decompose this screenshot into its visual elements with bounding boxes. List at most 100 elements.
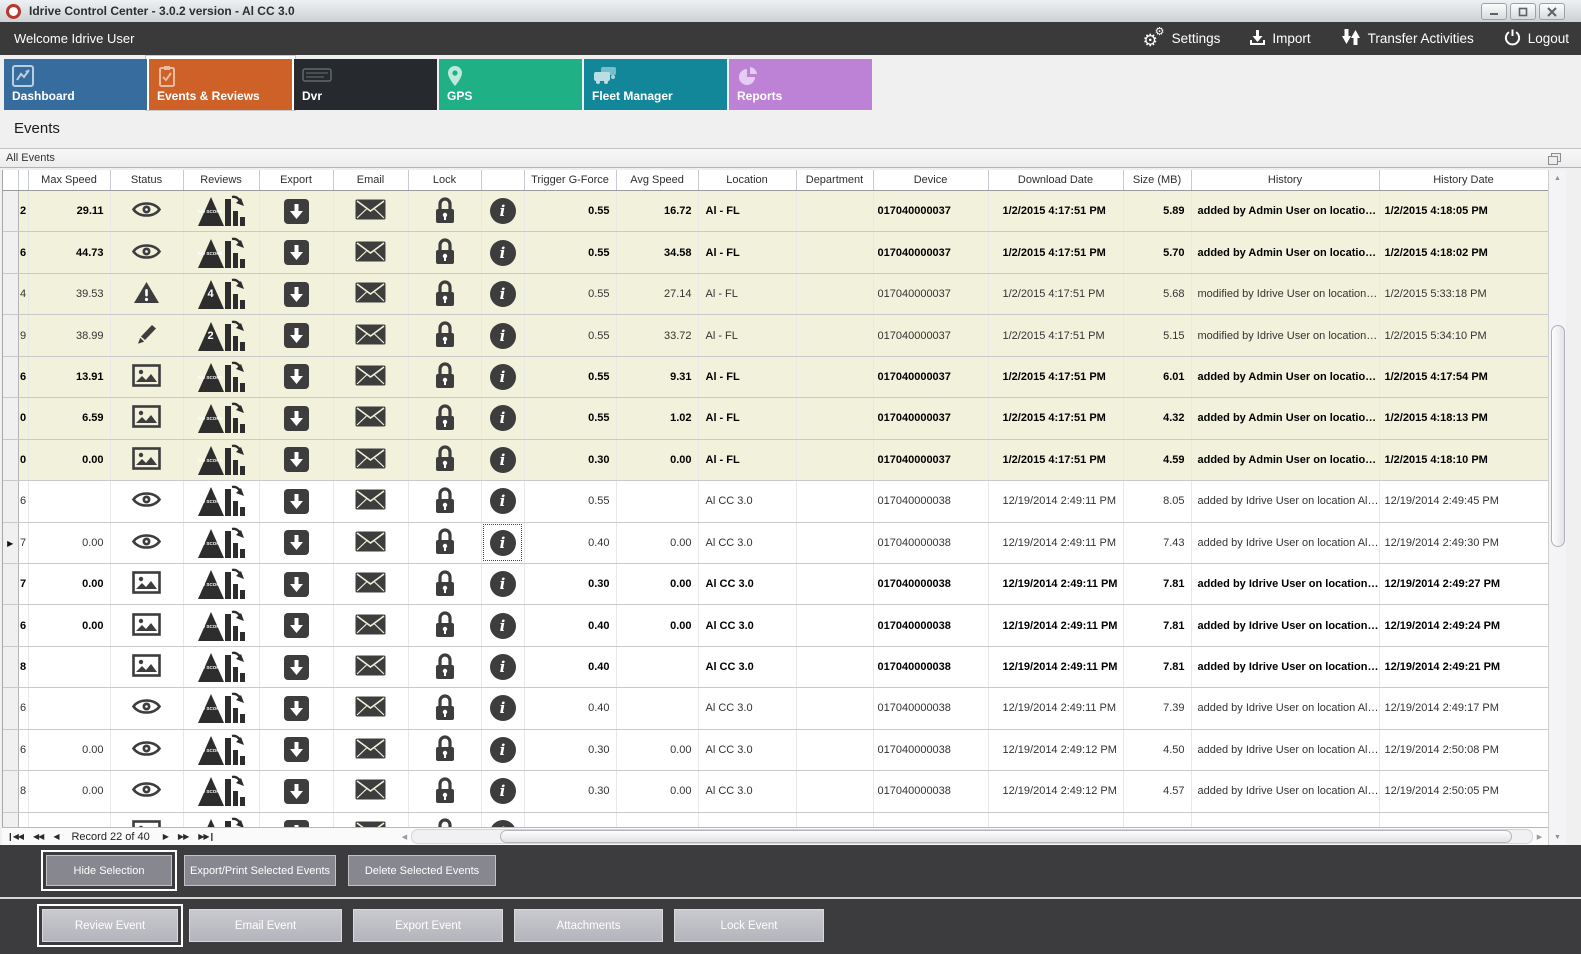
cell-reviews[interactable]: NO SCORE [183,398,259,439]
cell-lock[interactable] [408,191,481,232]
cell-email[interactable] [333,812,408,827]
lock-event-button[interactable]: Lock Event [674,909,824,942]
table-row[interactable]: ▶ 6 0.00 NO SCORE i 0.30 [3,812,1548,827]
col-header-trigger-gforce[interactable]: Trigger G-Force [524,170,616,191]
table-row[interactable]: ▶ 8 NO SCORE i 0.40 [3,646,1548,687]
cell-info[interactable]: i [481,646,524,687]
col-header-size-mb[interactable]: Size (MB) [1123,170,1191,191]
table-row[interactable]: ▶ 7 0.00 NO SCORE i 0.40 [3,522,1548,563]
cell-email[interactable] [333,646,408,687]
review-event-button[interactable]: Review Event [42,909,178,942]
hide-selection-button[interactable]: Hide Selection [46,855,172,886]
vertical-scroll-thumb[interactable] [1551,325,1565,547]
cell-email[interactable] [333,563,408,604]
cell-reviews[interactable]: NO SCORE [183,191,259,232]
table-row[interactable]: ▶ 4 39.53 4 i 0.55 2 [3,273,1548,314]
cell-email[interactable] [333,729,408,770]
cell-lock[interactable] [408,771,481,812]
cell-reviews[interactable]: 4 [183,273,259,314]
cell-email[interactable] [333,356,408,397]
next-page-button[interactable]: ▶▶ [178,832,188,841]
cell-lock[interactable] [408,812,481,827]
minimize-button[interactable] [1481,3,1507,20]
col-header-status[interactable]: Status [110,170,183,191]
import-button[interactable]: Import [1250,29,1310,48]
cell-info[interactable]: i [481,273,524,314]
maximize-button[interactable] [1510,3,1536,20]
tab-fleet-manager[interactable]: Fleet Manager [584,59,727,110]
col-header-avg-speed[interactable]: Avg Speed [616,170,698,191]
scroll-left-arrow[interactable]: ◀ [398,830,411,843]
cell-reviews[interactable]: NO SCORE [183,605,259,646]
col-header-reviews[interactable]: Reviews [183,170,259,191]
table-row[interactable]: ▶ 6 0.00 NO SCORE i 0.40 [3,605,1548,646]
cell-reviews[interactable]: NO SCORE [183,563,259,604]
table-row[interactable]: ▶ 2 29.11 NO SCORE i 0.5 [3,191,1548,232]
col-header-download-date[interactable]: Download Date [988,170,1123,191]
last-record-button[interactable]: ▶▶❙ [198,832,214,841]
cell-reviews[interactable]: NO SCORE [183,771,259,812]
cell-email[interactable] [333,605,408,646]
table-row[interactable]: ▶ 9 38.99 2 i 0.55 3 [3,315,1548,356]
cell-export[interactable] [259,563,333,604]
cell-reviews[interactable]: NO SCORE [183,439,259,480]
horizontal-scroll-track[interactable] [411,829,1533,844]
tab-gps[interactable]: GPS [439,59,582,110]
cell-email[interactable] [333,232,408,273]
cell-email[interactable] [333,771,408,812]
col-header-history[interactable]: History [1191,170,1379,191]
cell-info[interactable]: i [481,439,524,480]
delete-selected-button[interactable]: Delete Selected Events [348,855,496,886]
tab-dvr[interactable]: Dvr [294,59,437,110]
cell-info[interactable]: i [481,356,524,397]
settings-button[interactable]: ⚙⚙ Settings [1143,29,1221,49]
cell-email[interactable] [333,273,408,314]
cell-export[interactable] [259,688,333,729]
cell-info[interactable]: i [481,563,524,604]
col-header-history-date[interactable]: History Date [1379,170,1548,191]
table-row[interactable]: ▶ 0 6.59 NO SCORE i 0.55 [3,398,1548,439]
tab-reports[interactable]: Reports [729,59,872,110]
cell-email[interactable] [333,398,408,439]
cell-export[interactable] [259,356,333,397]
cell-info[interactable]: i [481,688,524,729]
cell-info[interactable]: i [481,729,524,770]
col-header-lock[interactable]: Lock [408,170,481,191]
export-print-selected-button[interactable]: Export/Print Selected Events [184,855,336,886]
vertical-scrollbar[interactable]: ▲ ▼ [1548,170,1566,845]
first-record-button[interactable]: ◀◀ [7,832,23,841]
panel-restore-icon[interactable] [1542,153,1555,164]
horizontal-scroll-thumb[interactable] [500,830,1512,843]
email-event-button[interactable]: Email Event [189,909,342,942]
cell-lock[interactable] [408,646,481,687]
table-row[interactable]: ▶ 8 0.00 NO SCORE i 0.30 [3,771,1548,812]
cell-export[interactable] [259,812,333,827]
cell-email[interactable] [333,688,408,729]
scroll-right-arrow[interactable]: ▶ [1533,830,1546,843]
cell-info[interactable]: i [481,481,524,522]
cell-export[interactable] [259,481,333,522]
transfer-activities-button[interactable]: Transfer Activities [1341,28,1474,49]
tab-dashboard[interactable]: Dashboard [4,59,147,110]
cell-info[interactable]: i [481,191,524,232]
attachments-button[interactable]: Attachments [514,909,663,942]
cell-export[interactable] [259,439,333,480]
cell-email[interactable] [333,481,408,522]
cell-export[interactable] [259,605,333,646]
scroll-up-arrow[interactable]: ▲ [1549,170,1566,186]
col-header-max-speed[interactable]: Max Speed [28,170,110,191]
cell-reviews[interactable]: NO SCORE [183,481,259,522]
table-row[interactable]: ▶ 6 0.00 NO SCORE i 0.30 [3,729,1548,770]
table-row[interactable]: ▶ 7 0.00 NO SCORE i 0.30 [3,563,1548,604]
cell-export[interactable] [259,398,333,439]
col-header-email[interactable]: Email [333,170,408,191]
cell-lock[interactable] [408,356,481,397]
table-row[interactable]: ▶ 0 0.00 NO SCORE i 0.30 [3,439,1548,480]
cell-lock[interactable] [408,273,481,314]
cell-reviews[interactable]: NO SCORE [183,729,259,770]
cell-lock[interactable] [408,398,481,439]
cell-reviews[interactable]: NO SCORE [183,688,259,729]
cell-reviews[interactable]: NO SCORE [183,522,259,563]
cell-email[interactable] [333,522,408,563]
export-event-button[interactable]: Export Event [353,909,503,942]
